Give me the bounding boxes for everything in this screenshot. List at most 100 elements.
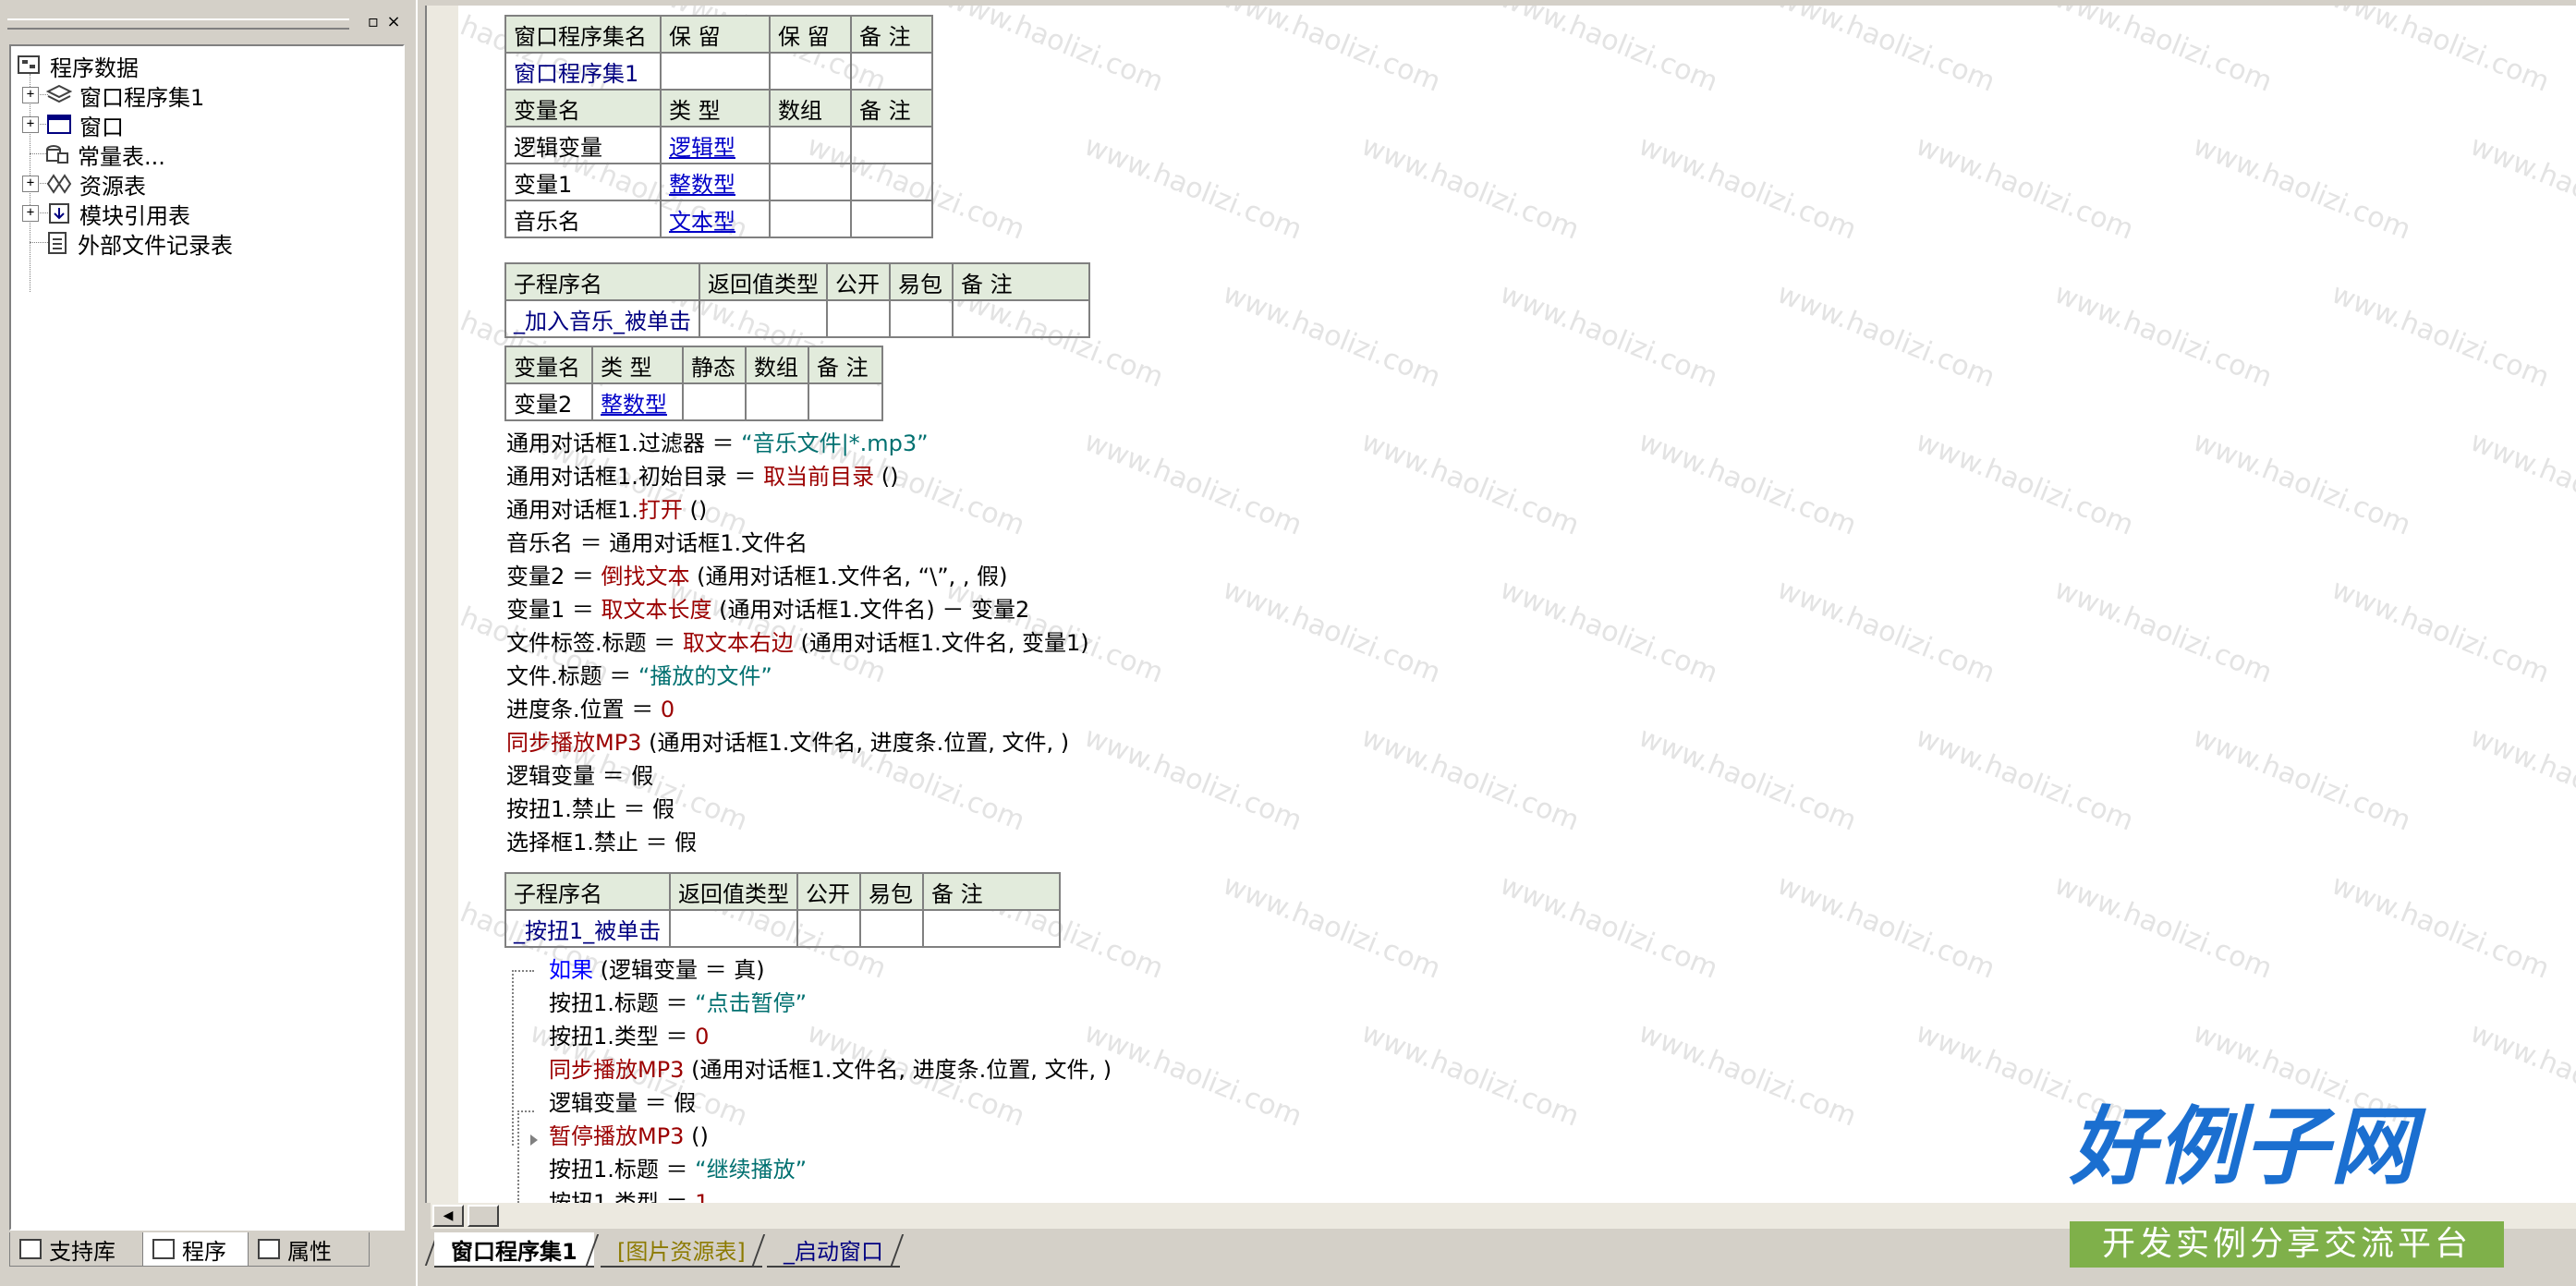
code-line[interactable]: 按扭1.类型 ＝ 1: [549, 1186, 1112, 1203]
code-line[interactable]: 逻辑变量 ＝ 假: [506, 759, 1089, 793]
code-line[interactable]: 变量2 ＝ 倒找文本 (通用对话框1.文件名, “\”, , 假): [506, 560, 1089, 593]
code-line[interactable]: 文件.标题 ＝ “播放的文件”: [506, 660, 1089, 693]
code-token: 按扭1.类型 ＝: [549, 1024, 696, 1049]
table-header: 数组: [745, 346, 809, 384]
table-cell[interactable]: [745, 382, 809, 421]
tab-label: 程序: [182, 1238, 226, 1265]
expand-icon[interactable]: +: [22, 116, 39, 133]
table-cell[interactable]: [769, 163, 852, 201]
watermark-text: www.haolizi.com: [1356, 129, 1584, 247]
watermark-text: www.haolizi.com: [1079, 721, 1306, 838]
tree-item-resources[interactable]: + 资源表: [22, 170, 146, 200]
table-header: 子程序名: [504, 872, 671, 911]
code-line[interactable]: 暂停播放MP3 (): [549, 1120, 1112, 1153]
table-row: 逻辑变量 逻辑型: [504, 126, 933, 164]
code-line[interactable]: 逻辑变量 ＝ 假: [549, 1086, 1112, 1120]
expand-icon[interactable]: +: [22, 176, 39, 192]
var-name-cell[interactable]: 变量2: [504, 382, 593, 421]
tab-support-library[interactable]: 支持库: [9, 1232, 150, 1267]
expand-icon[interactable]: +: [22, 205, 39, 222]
subroutine-name-cell[interactable]: _加入音乐_被单击: [504, 299, 700, 338]
watermark-text: www.haolizi.com: [2327, 868, 2554, 986]
table-cell[interactable]: [826, 299, 891, 338]
watermark-text: www.haolizi.com: [1911, 129, 2138, 247]
assembly-name-cell[interactable]: 窗口程序集1: [504, 52, 662, 91]
code-line[interactable]: 按扭1.标题 ＝ “继续播放”: [549, 1153, 1112, 1186]
var-type-cell[interactable]: 整数型: [591, 382, 684, 421]
code-line[interactable]: 同步播放MP3 (通用对话框1.文件名, 进度条.位置, 文件, ): [506, 726, 1089, 759]
table-cell[interactable]: [682, 382, 747, 421]
table-cell[interactable]: [889, 299, 954, 338]
tree-item-window[interactable]: + 窗口: [22, 111, 124, 140]
watermark-text: www.haolizi.com: [1772, 573, 1999, 690]
subroutine-name-cell[interactable]: _按扭1_被单击: [504, 909, 671, 948]
watermark-text: www.haolizi.com: [1356, 1016, 1584, 1134]
table-cell[interactable]: [796, 909, 861, 948]
flow-line: [517, 1110, 519, 1203]
var-type-cell[interactable]: 逻辑型: [660, 126, 771, 164]
var-name-cell[interactable]: 变量1: [504, 163, 662, 201]
var-name-cell[interactable]: 音乐名: [504, 200, 662, 238]
watermark-text: www.haolizi.com: [2465, 129, 2576, 247]
table-cell[interactable]: [850, 200, 933, 238]
tab-startup-window[interactable]: _启动窗口: [767, 1232, 900, 1268]
var-name-cell[interactable]: 逻辑变量: [504, 126, 662, 164]
tree-item-module-refs[interactable]: + 模块引用表: [22, 200, 190, 229]
code-line[interactable]: 音乐名 ＝ 通用对话框1.文件名: [506, 527, 1089, 560]
restore-icon[interactable]: ▫: [364, 13, 383, 31]
expand-icon[interactable]: +: [22, 87, 39, 103]
code-line[interactable]: 通用对话框1.初始目录 ＝ 取当前目录 (): [506, 460, 1089, 493]
table-cell[interactable]: [669, 909, 798, 948]
tree-item-label: 常量表...: [78, 143, 165, 170]
window-icon: [46, 113, 72, 137]
code-line[interactable]: 通用对话框1.打开 (): [506, 493, 1089, 527]
table-cell[interactable]: [769, 126, 852, 164]
code-line[interactable]: 如果 (逻辑变量 ＝ 真): [549, 953, 1112, 987]
table-cell[interactable]: [769, 200, 852, 238]
table-cell[interactable]: [850, 52, 933, 91]
code-editor[interactable]: www.haolizi.com www.haolizi.com www.haoliz…: [458, 6, 2576, 1203]
panel-grip[interactable]: [7, 18, 349, 30]
code-line[interactable]: 按扭1.禁止 ＝ 假: [506, 793, 1089, 826]
table-header: 类 型: [591, 346, 684, 384]
scroll-thumb[interactable]: [468, 1205, 499, 1227]
table-cell[interactable]: [808, 382, 883, 421]
code-line[interactable]: 文件标签.标题 ＝ 取文本右边 (通用对话框1.文件名, 变量1): [506, 626, 1089, 660]
table-cell[interactable]: [850, 126, 933, 164]
tab-program[interactable]: 程序: [142, 1232, 264, 1267]
scroll-left-button[interactable]: ◀: [432, 1205, 464, 1227]
table-cell[interactable]: [769, 52, 852, 91]
tab-image-resources[interactable]: [图片资源表]: [601, 1232, 762, 1268]
var-type-cell[interactable]: 文本型: [660, 200, 771, 238]
code-line[interactable]: 按扭1.标题 ＝ “点击暂停”: [549, 987, 1112, 1020]
table-cell[interactable]: [850, 163, 933, 201]
tree-item-constants[interactable]: 常量表...: [44, 140, 165, 170]
table-cell[interactable]: [922, 909, 1061, 948]
table-cell[interactable]: [660, 52, 771, 91]
code-line[interactable]: 选择框1.禁止 ＝ 假: [506, 826, 1089, 859]
table-cell[interactable]: [699, 299, 828, 338]
tree-item-external-files[interactable]: 外部文件记录表: [44, 229, 233, 259]
table-cell[interactable]: [952, 299, 1090, 338]
code-token: 选择框1.禁止 ＝ 假: [506, 830, 698, 855]
panel-splitter[interactable]: [416, 0, 425, 1286]
code-block-2[interactable]: 如果 (逻辑变量 ＝ 真) 按扭1.标题 ＝ “点击暂停” 按扭1.类型 ＝ 0 同步…: [549, 953, 1112, 1203]
tab-properties[interactable]: 属性: [248, 1232, 370, 1267]
close-icon[interactable]: ×: [384, 13, 403, 31]
code-token: 倒找文本: [601, 564, 690, 589]
code-line[interactable]: 变量1 ＝ 取文本长度 (通用对话框1.文件名) － 变量2: [506, 593, 1089, 626]
tab-assembly1[interactable]: 窗口程序集1: [434, 1232, 594, 1268]
table-cell[interactable]: [859, 909, 924, 948]
tree-root[interactable]: 程序数据: [17, 52, 139, 81]
code-token: “播放的文件”: [638, 663, 772, 689]
table-header: 公开: [796, 872, 861, 911]
code-line[interactable]: 通用对话框1.过滤器 ＝ “音乐文件|*.mp3”: [506, 427, 1089, 460]
code-line[interactable]: 同步播放MP3 (通用对话框1.文件名, 进度条.位置, 文件, ): [549, 1053, 1112, 1086]
code-line[interactable]: 进度条.位置 ＝ 0: [506, 693, 1089, 726]
code-block-1[interactable]: 通用对话框1.过滤器 ＝ “音乐文件|*.mp3” 通用对话框1.初始目录 ＝ 取…: [506, 427, 1089, 859]
code-token: (通用对话框1.文件名, 变量1): [793, 630, 1089, 656]
tree-item-assembly[interactable]: + 窗口程序集1: [22, 81, 204, 111]
code-line[interactable]: 按扭1.类型 ＝ 0: [549, 1020, 1112, 1053]
subroutine-table: 子程序名 返回值类型 公开 易包 备 注 _按扭1_被单击: [504, 872, 1061, 948]
var-type-cell[interactable]: 整数型: [660, 163, 771, 201]
